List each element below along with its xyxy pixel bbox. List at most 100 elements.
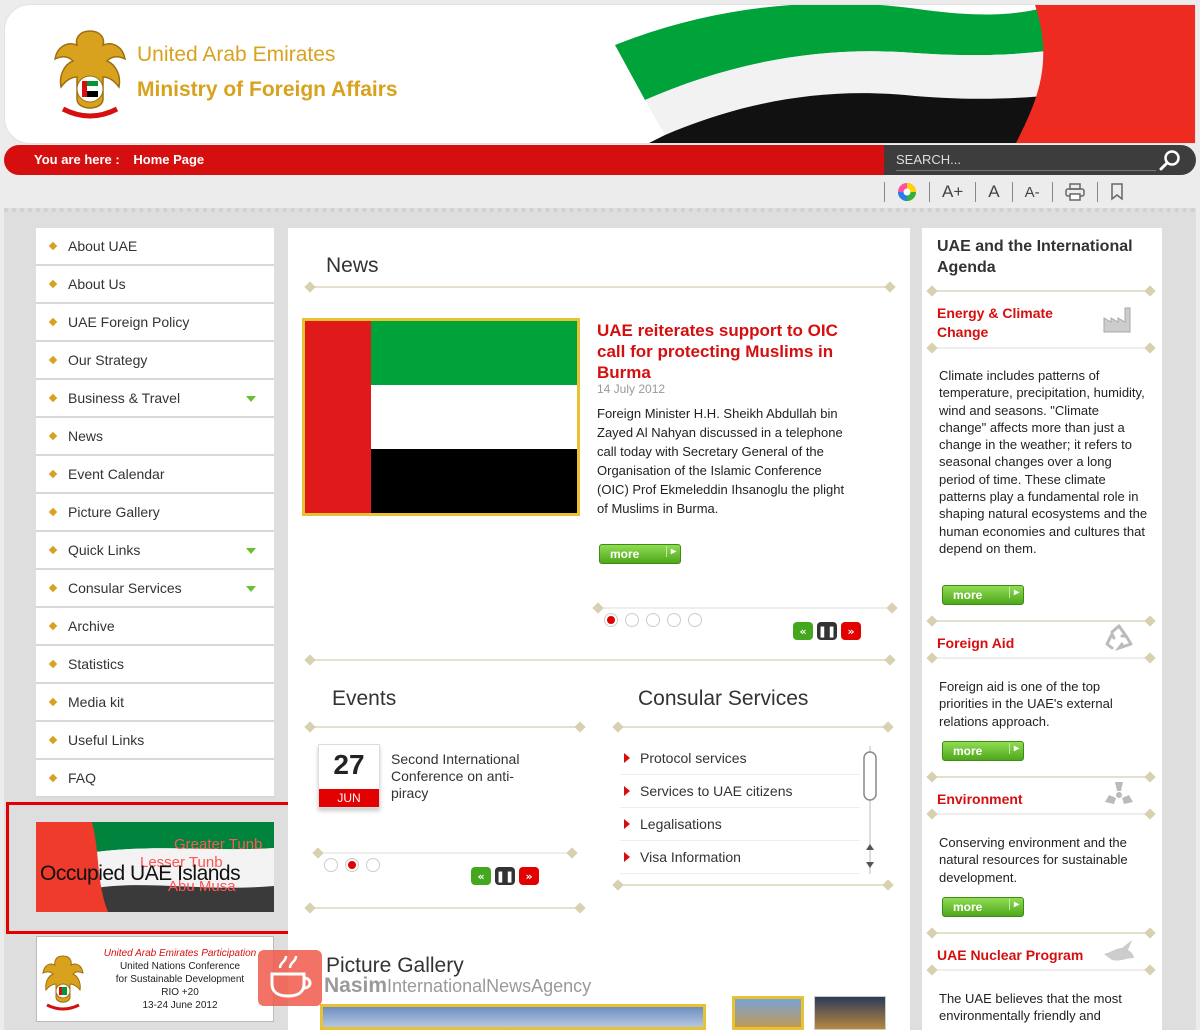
bullet-icon xyxy=(48,317,58,327)
islands-title: Occupied UAE Islands xyxy=(40,862,241,885)
agenda-item-title[interactable]: UAE Nuclear Program xyxy=(937,946,1083,965)
agenda-item-title[interactable]: Environment xyxy=(937,790,1023,809)
news-more-button[interactable]: more xyxy=(599,544,681,564)
nav-item[interactable]: Statistics xyxy=(36,646,274,684)
consular-section-title: Consular Services xyxy=(638,687,809,710)
consular-scrollbar[interactable] xyxy=(862,746,878,874)
news-slide-dot[interactable] xyxy=(667,613,681,627)
bullet-icon xyxy=(48,431,58,441)
event-slide-dot[interactable] xyxy=(366,858,380,872)
agenda-item-title[interactable]: Energy & Climate Change xyxy=(937,304,1077,342)
consular-bottom-divider xyxy=(618,884,888,886)
nav-item-label: FAQ xyxy=(68,770,97,786)
site-header: United Arab Emirates Ministry of Foreign… xyxy=(4,4,1196,144)
nav-item[interactable]: Event Calendar xyxy=(36,456,274,494)
nav-item[interactable]: About Us xyxy=(36,266,274,304)
arrow-right-icon xyxy=(624,753,630,763)
agenda-divider xyxy=(932,347,1150,349)
event-title[interactable]: Second International Conference on anti-… xyxy=(391,751,541,802)
event-slide-dot[interactable] xyxy=(324,858,338,872)
left-navigation: About UAE About Us UAE Foreign Policy Our S… xyxy=(36,228,274,798)
consular-item-label: Legalisations xyxy=(640,816,722,832)
agenda-item-text: Conserving environment and the natural r… xyxy=(939,835,1128,885)
nav-item[interactable]: Consular Services xyxy=(36,570,274,608)
news-date: 14 July 2012 xyxy=(597,382,666,396)
news-pause-button[interactable]: ❚❚ xyxy=(817,622,837,640)
rio-line: United Nations Conference xyxy=(119,961,241,972)
consular-list-item[interactable]: Legalisations xyxy=(620,808,860,841)
color-contrast-tool[interactable] xyxy=(884,182,929,202)
chevron-down-icon[interactable] xyxy=(246,586,256,592)
chevron-down-icon[interactable] xyxy=(246,548,256,554)
nav-item[interactable]: Picture Gallery xyxy=(36,494,274,532)
breadcrumb-current[interactable]: Home Page xyxy=(133,152,204,167)
consular-divider xyxy=(618,726,888,728)
rio20-text: United Arab Emirates Participation Unite… xyxy=(87,947,273,1012)
news-slide-dot[interactable] xyxy=(646,613,660,627)
consular-list-item[interactable]: Services to UAE citizens xyxy=(620,775,860,808)
font-normal-button[interactable]: A xyxy=(975,182,1011,202)
news-slide-dot[interactable] xyxy=(688,613,702,627)
nav-item[interactable]: Quick Links xyxy=(36,532,274,570)
news-prev-button[interactable]: « xyxy=(793,622,813,640)
agenda-more-button[interactable]: more xyxy=(942,741,1024,761)
rio20-banner[interactable]: United Arab Emirates Participation Unite… xyxy=(36,936,274,1022)
events-pause-button[interactable]: ❚❚ xyxy=(495,867,515,885)
nav-item[interactable]: Our Strategy xyxy=(36,342,274,380)
gallery-thumbnail[interactable] xyxy=(814,996,886,1030)
news-image[interactable] xyxy=(302,318,580,516)
bullet-icon xyxy=(48,583,58,593)
watermark-rest: InternationalNewsAgency xyxy=(387,976,592,996)
font-increase-button[interactable]: A+ xyxy=(929,182,975,202)
nav-item-label: Picture Gallery xyxy=(68,504,160,520)
events-slider-divider xyxy=(318,852,572,854)
nav-item[interactable]: FAQ xyxy=(36,760,274,798)
bullet-icon xyxy=(48,735,58,745)
recycle-icon xyxy=(1105,624,1133,651)
nav-item[interactable]: Useful Links xyxy=(36,722,274,760)
nav-item[interactable]: News xyxy=(36,418,274,456)
font-decrease-button[interactable]: A- xyxy=(1011,182,1052,202)
occupied-islands-banner[interactable]: Greater Tunb Lesser Tunb Abu Musa Occupi… xyxy=(36,822,274,912)
consular-list-item[interactable]: Protocol services xyxy=(620,742,860,775)
event-slide-dot[interactable] xyxy=(345,858,359,872)
breadcrumb-prefix: You are here : xyxy=(34,152,120,167)
nav-item[interactable]: Media kit xyxy=(36,684,274,722)
agenda-item-text: Climate includes patterns of temperature… xyxy=(939,368,1148,556)
rio-line: 13-24 June 2012 xyxy=(142,1000,218,1011)
events-slider-controls: « ❚❚ » xyxy=(471,867,539,885)
site-title: United Arab Emirates xyxy=(137,43,336,66)
search-button[interactable] xyxy=(1158,149,1182,171)
news-slider-controls: « ❚❚ » xyxy=(793,622,861,640)
search-input[interactable] xyxy=(896,149,1156,171)
consular-list-item[interactable]: Visa Information xyxy=(620,841,860,874)
news-slide-dots xyxy=(604,613,702,627)
nav-item-label: Quick Links xyxy=(68,542,141,558)
events-prev-button[interactable]: « xyxy=(471,867,491,885)
news-slide-dot[interactable] xyxy=(625,613,639,627)
news-next-button[interactable]: » xyxy=(841,622,861,640)
uae-flag-image xyxy=(305,321,577,513)
dove-icon xyxy=(1104,940,1134,961)
events-next-button[interactable]: » xyxy=(519,867,539,885)
uae-falcon-emblem-icon[interactable] xyxy=(49,25,131,125)
agenda-item-title[interactable]: Foreign Aid xyxy=(937,634,1014,653)
nav-item-label: Event Calendar xyxy=(68,466,165,482)
agenda-item-text: The UAE believes that the most environme… xyxy=(939,991,1122,1024)
nav-item[interactable]: About UAE xyxy=(36,228,274,266)
print-button[interactable] xyxy=(1051,182,1097,202)
gallery-thumbnail[interactable] xyxy=(732,996,804,1030)
nav-item[interactable]: Archive xyxy=(36,608,274,646)
nav-item-label: Statistics xyxy=(68,656,125,672)
nav-item[interactable]: Business & Travel xyxy=(36,380,274,418)
nav-item-label: Archive xyxy=(68,618,115,634)
agenda-more-button[interactable]: more xyxy=(942,585,1024,605)
nav-item[interactable]: UAE Foreign Policy xyxy=(36,304,274,342)
gallery-main-image[interactable] xyxy=(320,1004,706,1030)
news-headline[interactable]: UAE reiterates support to OIC call for p… xyxy=(597,320,857,383)
news-slide-dot[interactable] xyxy=(604,613,618,627)
bookmark-button[interactable] xyxy=(1096,182,1136,202)
agenda-more-button[interactable]: more xyxy=(942,897,1024,917)
chevron-down-icon[interactable] xyxy=(246,396,256,402)
waving-flag-banner xyxy=(615,5,1195,143)
